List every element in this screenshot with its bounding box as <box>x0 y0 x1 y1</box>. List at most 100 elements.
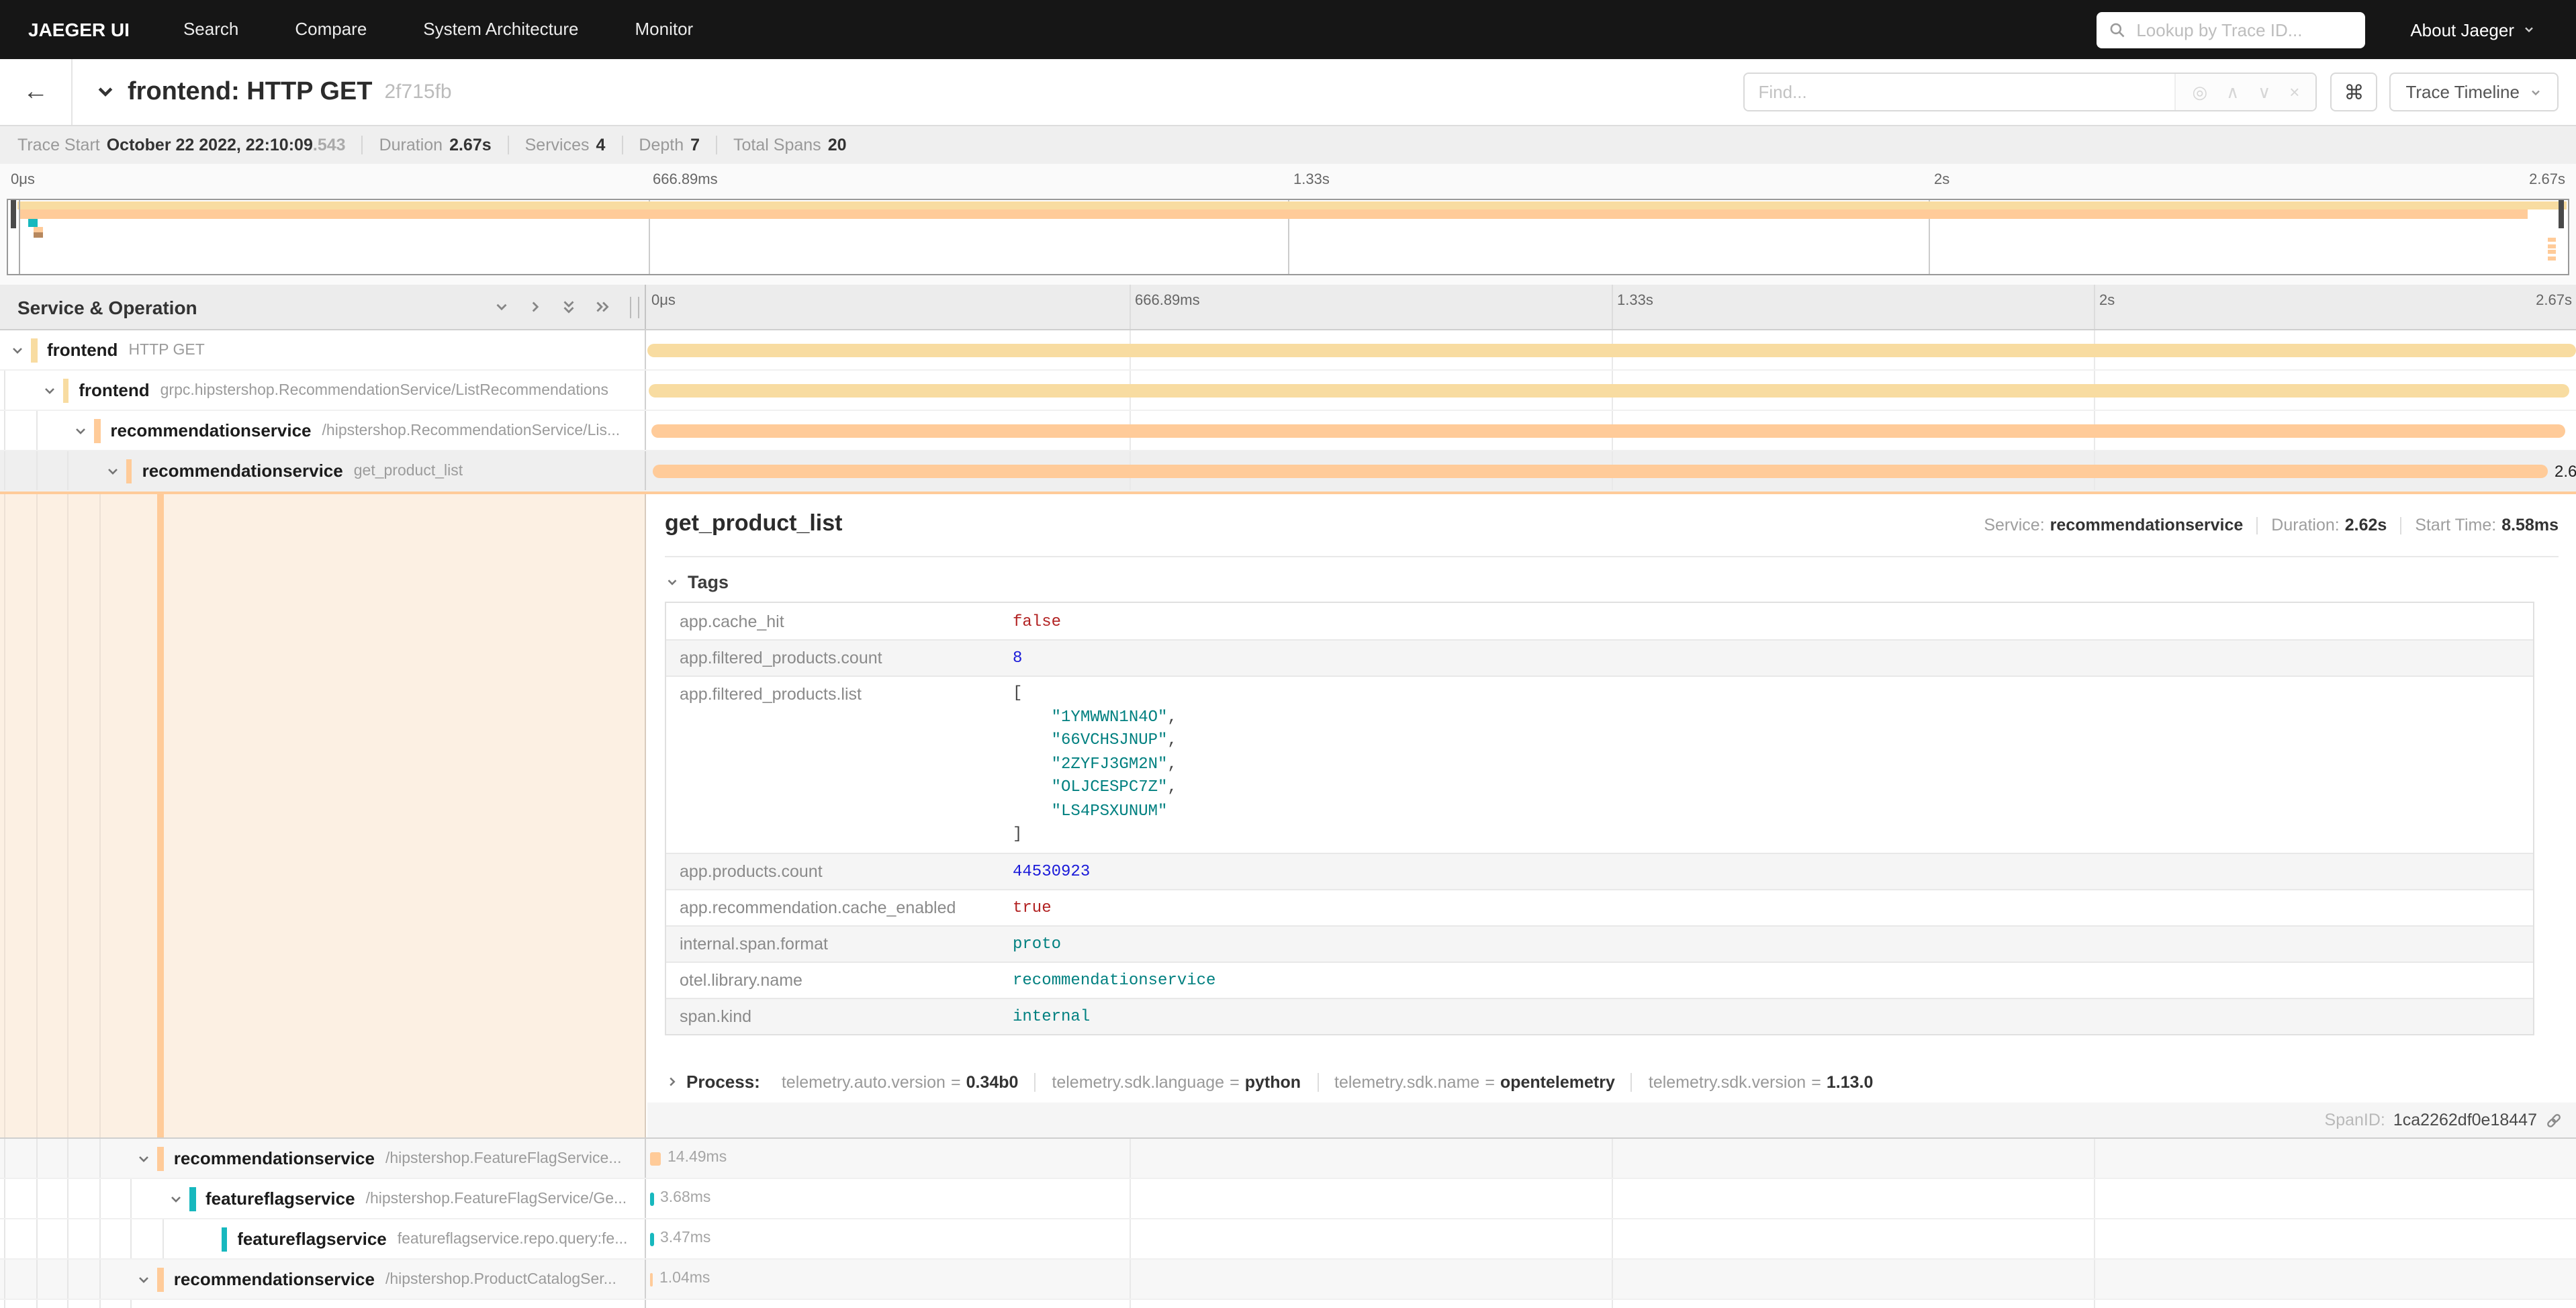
collapse-trace-chevron-icon[interactable] <box>95 82 116 102</box>
minimap-right-scrubber[interactable] <box>2559 200 2564 228</box>
span-name-column: recommendationservice/hipstershop.Featur… <box>0 1139 646 1178</box>
tag-row[interactable]: internal.span.formatproto <box>666 925 2533 961</box>
tag-row[interactable]: span.kind internal <box>666 997 2533 1033</box>
summary-value: October 22 2022, 22:10:09 <box>107 136 313 154</box>
tag-value: false <box>999 612 1061 630</box>
trace-lookup-input[interactable] <box>2133 18 2352 41</box>
span-duration-bar[interactable] <box>647 344 2576 357</box>
chevron-down-icon[interactable] <box>168 1191 184 1207</box>
tag-key: span.kind <box>666 1007 999 1025</box>
tree-guide-line <box>4 494 5 1137</box>
span-duration-bar[interactable] <box>649 384 2569 397</box>
span-duration-bar[interactable] <box>650 1233 653 1246</box>
tree-guide-line <box>4 411 5 450</box>
process-item: telemetry.sdk.language=python <box>1036 1072 1318 1091</box>
span-name-column: frontendgrpc.hipstershop.RecommendationS… <box>0 371 646 410</box>
span-color-bar <box>62 379 68 403</box>
trace-lookup-box[interactable] <box>2096 11 2364 48</box>
collapse-one-icon[interactable] <box>493 298 510 316</box>
trace-header-controls: ◎ ∧ ∨ × ⌘ Trace Timeline <box>1744 73 2559 111</box>
tag-key: otel.library.name <box>666 970 999 989</box>
tag-row[interactable]: otel.library.namerecommendationservice <box>666 961 2533 997</box>
span-row[interactable]: featureflagservice/hipstershop.FeatureFl… <box>0 1179 2576 1219</box>
tag-row[interactable]: app.products.count44530923 <box>666 852 2533 888</box>
chevron-down-icon[interactable] <box>9 342 26 359</box>
process-section[interactable]: Process: telemetry.auto.version=0.34b0te… <box>665 1072 1889 1092</box>
tree-guide-line <box>67 1219 68 1258</box>
tag-value-text: internal <box>1013 1007 1090 1025</box>
chevron-down-icon[interactable] <box>41 383 57 399</box>
span-row[interactable]: recommendationservice/hipstershop.Produc… <box>0 1260 2576 1300</box>
back-button[interactable]: ← <box>0 59 73 125</box>
tag-row[interactable]: app.filtered_products.list[ "1YMWWN1N4O"… <box>666 675 2533 852</box>
ruler-gridline <box>1130 285 1131 329</box>
prev-match-icon[interactable]: ∧ <box>2226 83 2239 101</box>
span-name: featureflagservice/hipstershop.FeatureFl… <box>205 1179 645 1218</box>
find-input[interactable] <box>1745 74 2175 110</box>
keyboard-shortcuts-button[interactable]: ⌘ <box>2330 73 2377 111</box>
span-row[interactable]: featureflagservicefeatureflagservice.rep… <box>0 1219 2576 1260</box>
timeline-column-header: Service & Operation 0μs666.89ms1.33s2s2.… <box>0 285 2576 330</box>
nav-item-monitor[interactable]: Monitor <box>635 19 694 39</box>
span-color-band <box>158 494 164 1137</box>
chevron-right-icon <box>665 1074 680 1089</box>
collapse-all-icon[interactable] <box>560 298 578 316</box>
timeline-gridline <box>1130 1260 1131 1299</box>
timeline-gridline <box>1612 1219 1613 1258</box>
chevron-down-icon[interactable] <box>136 1151 152 1167</box>
expand-one-icon[interactable] <box>526 298 544 316</box>
expand-all-icon[interactable] <box>594 298 611 316</box>
tree-guide-line <box>4 451 5 490</box>
span-timeline-cell <box>647 1300 2576 1308</box>
tag-value: proto <box>999 934 1061 953</box>
link-icon[interactable] <box>2545 1111 2563 1129</box>
tag-row[interactable]: app.cache_hitfalse <box>666 603 2533 639</box>
match-focus-icon[interactable]: ◎ <box>2193 83 2208 101</box>
span-row[interactable]: frontendHTTP GET <box>0 330 2576 371</box>
minimap-span-blip <box>2548 250 2556 254</box>
next-match-icon[interactable]: ∨ <box>2258 83 2270 101</box>
about-jaeger-menu[interactable]: About Jaeger <box>2410 19 2536 40</box>
process-value: python <box>1245 1072 1301 1091</box>
span-duration-bar[interactable] <box>650 1152 661 1165</box>
nav-right: About Jaeger <box>2096 11 2536 48</box>
span-row[interactable]: recommendationservice/hipstershop.Featur… <box>0 1139 2576 1179</box>
timeline-gridline <box>2094 1179 2095 1218</box>
nav-item-search[interactable]: Search <box>183 19 238 39</box>
service-name: recommendationservice <box>110 420 311 440</box>
span-duration-bar[interactable] <box>651 424 2565 437</box>
span-duration-label: 3.68ms <box>660 1190 710 1206</box>
column-resize-handle[interactable] <box>630 296 639 318</box>
span-name: frontendgrpc.hipstershop.RecommendationS… <box>79 371 645 410</box>
tree-guide-line <box>131 1179 132 1218</box>
tag-row[interactable]: app.recommendation.cache_enabledtrue <box>666 888 2533 925</box>
nav-item-system-architecture[interactable]: System Architecture <box>423 19 578 39</box>
chevron-down-icon[interactable] <box>136 1272 152 1288</box>
span-row[interactable]: recommendationservice/hipstershop.Recomm… <box>0 411 2576 451</box>
tags-section-toggle[interactable]: Tags <box>665 572 729 592</box>
span-row[interactable]: frontendgrpc.hipstershop.RecommendationS… <box>0 371 2576 411</box>
operation-name: /hipstershop.FeatureFlagService... <box>385 1150 622 1166</box>
tag-value-text: true <box>1013 898 1052 917</box>
span-duration-bar[interactable] <box>650 1193 653 1205</box>
minimap-canvas[interactable] <box>7 199 2569 275</box>
chevron-down-icon[interactable] <box>73 423 89 439</box>
span-duration-bar[interactable] <box>650 1273 653 1286</box>
clear-find-icon[interactable]: × <box>2289 83 2299 101</box>
tree-guide-line <box>67 451 68 490</box>
span-row[interactable] <box>0 1300 2576 1308</box>
app-logo[interactable]: JAEGER UI <box>28 19 130 40</box>
time-tick-label: 2.67s <box>2529 172 2565 188</box>
tag-row[interactable]: app.filtered_products.count8 <box>666 639 2533 675</box>
tree-guide-line <box>4 1179 5 1218</box>
nav-item-compare[interactable]: Compare <box>295 19 367 39</box>
span-duration-bar[interactable] <box>653 465 2548 477</box>
process-value: 0.34b0 <box>966 1072 1019 1091</box>
span-row-selected[interactable]: recommendationserviceget_product_list2.6… <box>0 451 2576 492</box>
minimap-left-scrubber[interactable] <box>11 200 16 228</box>
tree-guide-line <box>67 1260 68 1299</box>
trace-view-selector[interactable]: Trace Timeline <box>2389 73 2559 111</box>
chevron-down-icon[interactable] <box>105 463 121 479</box>
json-list-item: "LS4PSXUNUM" <box>1013 800 1177 823</box>
json-string-value: "OLJCESPC7Z" <box>1013 778 1167 796</box>
